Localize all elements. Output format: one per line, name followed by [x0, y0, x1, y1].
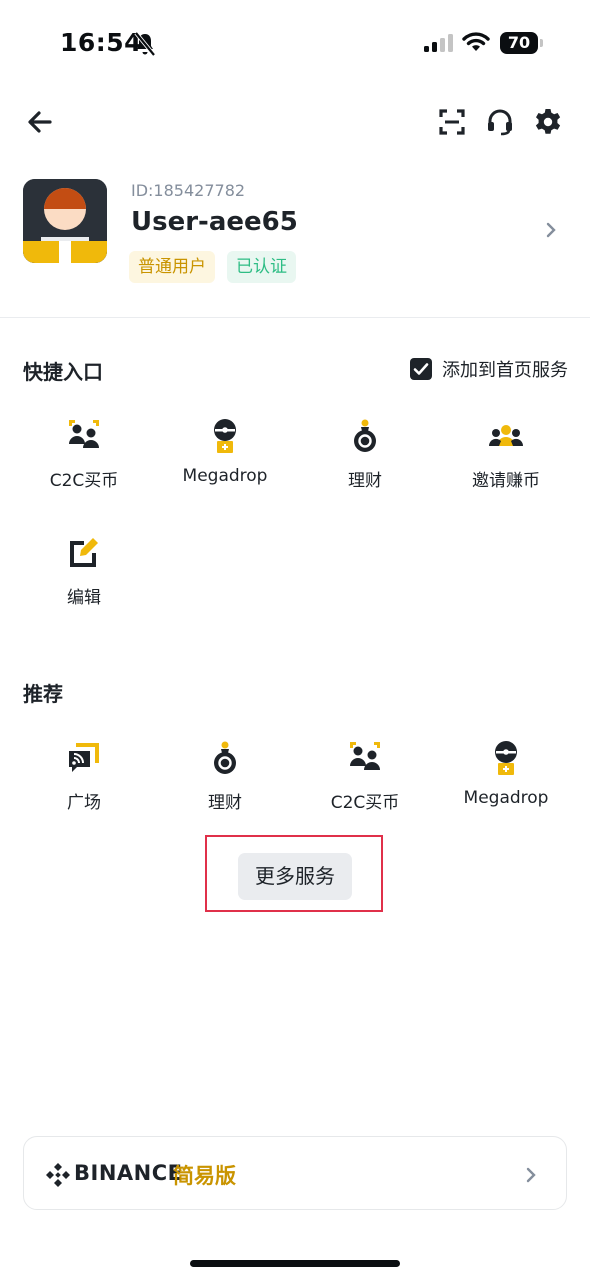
user-level-badge: 普通用户: [129, 251, 215, 283]
username: User-aee65: [131, 207, 298, 237]
recommended-item-label: 理财: [208, 793, 242, 813]
quick-item-label: Megadrop: [182, 466, 268, 486]
recommended-item-c2c[interactable]: C2C买币: [295, 740, 435, 830]
quick-item-label: C2C买币: [49, 471, 119, 491]
recommended-item-earn[interactable]: 理财: [155, 740, 295, 830]
square-icon: [69, 743, 99, 772]
bell-muted-icon: [134, 31, 156, 57]
c2c-icon: [350, 742, 380, 770]
quick-access-title: 快捷入口: [23, 360, 103, 384]
checkmark-icon: [413, 363, 429, 375]
home-indicator: [190, 1260, 400, 1267]
settings-gear-icon[interactable]: [532, 106, 564, 138]
quick-item-edit[interactable]: 编辑: [14, 535, 154, 625]
support-headset-icon[interactable]: [484, 106, 516, 138]
chevron-right-icon[interactable]: [544, 220, 558, 240]
referral-icon: [488, 425, 524, 446]
quick-item-label: 编辑: [67, 588, 101, 608]
recommended-title: 推荐: [23, 682, 63, 706]
lite-mode-label: 简易版: [173, 1164, 236, 1188]
back-arrow-icon[interactable]: [24, 106, 56, 138]
scan-icon[interactable]: [436, 106, 468, 138]
quick-item-megadrop[interactable]: Megadrop: [155, 418, 295, 508]
avatar-illustration: [23, 179, 107, 263]
wifi-icon: [462, 32, 490, 51]
recommended-item-label: Megadrop: [463, 788, 549, 808]
status-time: 16:54: [60, 28, 143, 57]
battery-cap: [540, 39, 543, 47]
checkbox-checked[interactable]: [410, 358, 432, 380]
earn-icon: [354, 419, 376, 452]
binance-lite-banner[interactable]: BINANCE 简易版: [23, 1136, 567, 1210]
quick-item-label: 理财: [348, 471, 382, 491]
recommended-item-megadrop[interactable]: Megadrop: [436, 740, 576, 830]
quick-item-c2c[interactable]: C2C买币: [14, 418, 154, 508]
earn-icon: [214, 741, 236, 774]
avatar[interactable]: [23, 179, 107, 263]
c2c-icon: [69, 420, 99, 448]
chevron-right-icon: [526, 1167, 536, 1183]
megadrop-icon: [495, 741, 517, 775]
add-to-home-label: 添加到首页服务: [442, 360, 568, 381]
megadrop-icon: [214, 419, 236, 453]
user-id: ID:185427782: [131, 181, 246, 200]
recommended-item-label: 广场: [67, 793, 101, 813]
binance-wordmark: BINANCE: [74, 1161, 183, 1185]
add-to-home-toggle[interactable]: 添加到首页服务: [410, 356, 568, 382]
recommended-item-label: C2C买币: [330, 793, 400, 813]
status-bar: 16:54 70: [0, 0, 590, 90]
battery-indicator: 70: [500, 32, 538, 54]
more-services-button[interactable]: 更多服务: [238, 853, 352, 900]
recommended-item-square[interactable]: 广场: [14, 740, 154, 830]
quick-item-label: 邀请赚币: [472, 471, 540, 491]
binance-logo-icon: [46, 1163, 70, 1187]
quick-item-earn[interactable]: 理财: [295, 418, 435, 508]
quick-item-referral[interactable]: 邀请赚币: [436, 418, 576, 508]
edit-icon: [70, 538, 98, 567]
cellular-signal-icon: [424, 34, 453, 52]
verified-badge: 已认证: [227, 251, 296, 283]
divider: [0, 317, 590, 318]
